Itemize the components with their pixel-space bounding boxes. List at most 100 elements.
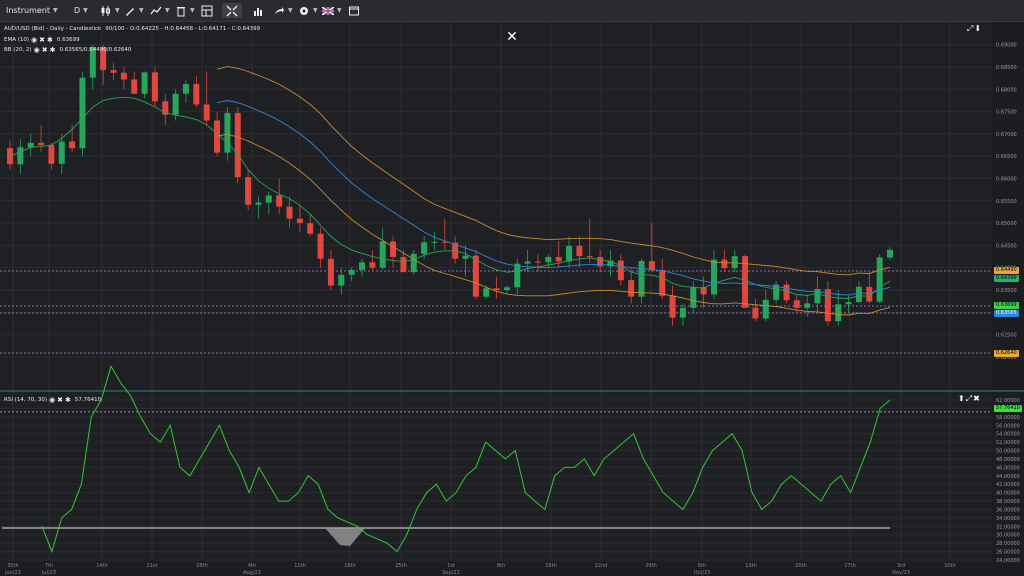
candles-icon[interactable]: ▼ (100, 3, 120, 18)
candle (545, 256, 552, 263)
time-tick-label: 30th (7, 563, 19, 569)
time-tick-label: 29th (645, 563, 657, 569)
rsi-tick-label: 54.00000 (996, 432, 1020, 438)
eye-icon[interactable]: ◉ (34, 46, 40, 54)
eye-icon[interactable]: ◉ (31, 36, 37, 44)
rsi-tick-label: 44.00000 (996, 474, 1020, 480)
time-tick-label: 3rd (897, 563, 905, 569)
candle (141, 72, 148, 94)
candle (566, 245, 573, 262)
candle (193, 83, 200, 105)
candle (400, 256, 407, 273)
candle (731, 256, 738, 269)
time-tick-label: 6th (698, 563, 706, 569)
time-tick-label: 13th (745, 563, 757, 569)
indicators-icon[interactable]: ▼ (150, 3, 170, 18)
candle (390, 241, 397, 257)
rsi-tick-label: 46.00000 (996, 465, 1020, 471)
rsi-tick-label: 40.00000 (996, 491, 1020, 497)
window-icon[interactable] (348, 3, 360, 18)
bb-label: BB (20, 2) (4, 47, 32, 53)
rsi-tick-label: 42.00000 (996, 482, 1020, 488)
chart-title-row: AUD/USD (Bid) - Daily - Candlestick 90/1… (4, 26, 260, 32)
time-tick-label: 11th (294, 563, 306, 569)
candle (493, 288, 500, 290)
candle (17, 147, 24, 165)
candle (110, 70, 117, 73)
bb-legend: BB (20, 2) ◉ ✖ ✱ 0.63565/0.64490/0.62640 (4, 46, 131, 54)
instrument-selector[interactable]: Instrument ▼ (6, 3, 58, 18)
candle (679, 307, 686, 318)
candle (359, 262, 365, 270)
candle (183, 83, 189, 94)
trash-icon[interactable]: ▼ (175, 3, 195, 18)
candle (887, 249, 893, 258)
price-tick-label: 0.62500 (996, 333, 1017, 339)
ema-tag: 0.63699 (994, 302, 1019, 309)
candle (845, 302, 852, 305)
candle (524, 261, 531, 264)
settings-icon[interactable]: ▼ (298, 3, 318, 18)
candle (462, 255, 469, 259)
candle (555, 256, 562, 262)
close-icon[interactable]: ✖ (39, 36, 45, 44)
candle (514, 263, 521, 288)
chart-title: AUD/USD (Bid) - Daily - Candlestick (4, 26, 102, 32)
price-tick-label: 0.67000 (996, 132, 1017, 138)
close-icon[interactable]: ✖ (57, 396, 63, 404)
candle (276, 195, 283, 207)
gear-icon[interactable]: ✱ (65, 396, 71, 404)
chart-type-icon[interactable] (252, 3, 264, 18)
candle (245, 177, 252, 205)
candle (379, 241, 386, 268)
candle (69, 141, 76, 149)
bb-upper-tag: 0.64490 (994, 267, 1019, 274)
candle (265, 195, 272, 203)
fullscreen-icon[interactable] (222, 3, 242, 18)
time-tick-label: 21st (147, 563, 158, 569)
candle (690, 286, 697, 308)
draw-tools-icon[interactable]: ▼ (124, 3, 144, 18)
price-chart[interactable]: 0.69000 0.68500 0.68000 0.67500 0.67000 0.665… (0, 22, 1024, 576)
candle (131, 79, 138, 94)
close-icon[interactable]: ✕ (501, 26, 523, 48)
candle (307, 223, 314, 234)
candle (120, 72, 127, 80)
eye-icon[interactable]: ◉ (49, 396, 55, 404)
rsi-tick-label: 26.00000 (996, 550, 1020, 556)
time-tick-label: 20th (795, 563, 807, 569)
candle (255, 202, 262, 205)
price-tick-label: 0.64500 (996, 243, 1017, 249)
gear-icon[interactable]: ✱ (47, 36, 53, 44)
rsi-tick-label: 62.00000 (996, 398, 1020, 404)
rsi-tick-label: 34.00000 (996, 516, 1020, 522)
rsi-value: 57.76410 (74, 397, 102, 403)
gear-icon[interactable]: ✱ (50, 46, 56, 54)
candle (27, 142, 34, 148)
candle (752, 307, 759, 319)
layout-icon[interactable] (201, 3, 213, 18)
candle (203, 104, 210, 121)
rsi-label: RSI (14, 70, 30) (4, 397, 47, 403)
pane-resize-icons[interactable]: ⤢⬇ (967, 24, 982, 34)
candle (804, 303, 811, 308)
rsi-pane-icons[interactable]: ⬆⤢✖ (958, 394, 981, 404)
candle (638, 261, 645, 297)
rsi-tick-label: 58.00000 (996, 415, 1020, 421)
candle (421, 242, 428, 254)
time-tick-label: 25th (395, 563, 407, 569)
language-flag-icon[interactable]: ▼ (322, 3, 342, 18)
close-icon[interactable]: ✖ (42, 46, 48, 54)
timeframe-selector[interactable]: D ▼ (74, 3, 88, 18)
share-icon[interactable]: ▼ (273, 3, 293, 18)
rsi-tick-label: 24.00000 (996, 558, 1020, 564)
time-tick-label: 10th (944, 563, 956, 569)
time-tick-label: 22nd (595, 563, 608, 569)
candle (535, 261, 541, 263)
time-tick-sublabel: Aug/23 (243, 570, 261, 576)
candle (835, 304, 842, 322)
candle (431, 241, 438, 243)
rsi-tick-label: 30.00000 (996, 533, 1020, 539)
price-tick-label: 0.68000 (996, 87, 1017, 93)
price-tick-label: 0.68500 (996, 65, 1017, 71)
